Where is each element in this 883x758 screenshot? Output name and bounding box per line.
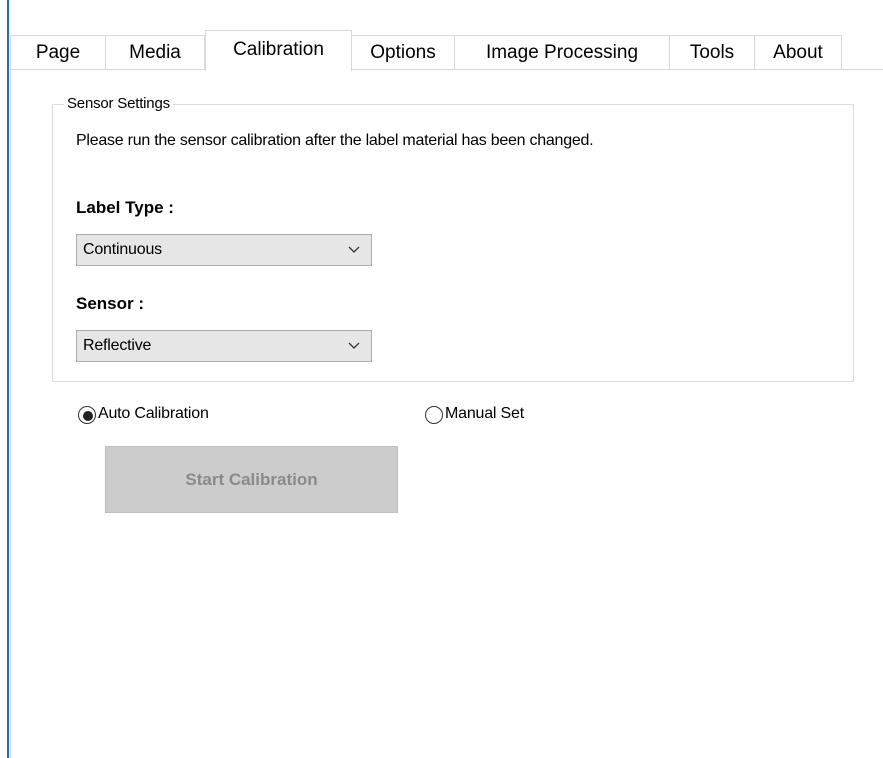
tab-tools[interactable]: Tools — [669, 35, 755, 70]
radio-checked-icon — [78, 406, 96, 424]
tab-media[interactable]: Media — [105, 35, 205, 70]
label-type-label: Label Type : — [76, 198, 174, 217]
sensor-value: Reflective — [83, 337, 152, 354]
chevron-down-icon — [347, 331, 361, 361]
chevron-down-icon — [347, 235, 361, 265]
window-edge — [7, 0, 9, 758]
label-type-select[interactable]: Continuous — [76, 234, 372, 266]
label-type-value: Continuous — [83, 241, 162, 258]
tab-strip: Page Media Calibration Options Image Pro… — [10, 30, 883, 71]
radio-unchecked-icon — [425, 406, 443, 424]
tab-options[interactable]: Options — [351, 35, 455, 70]
manual-set-radio[interactable]: Manual Set — [425, 404, 585, 428]
calibration-hint-text: Please run the sensor calibration after … — [76, 132, 594, 149]
manual-set-label: Manual Set — [445, 405, 524, 422]
auto-calibration-label: Auto Calibration — [98, 405, 209, 422]
tab-image-processing[interactable]: Image Processing — [454, 35, 670, 70]
tab-calibration[interactable]: Calibration — [205, 30, 352, 71]
start-calibration-button[interactable]: Start Calibration — [105, 446, 398, 513]
sensor-settings-title: Sensor Settings — [64, 95, 173, 112]
auto-calibration-radio[interactable]: Auto Calibration — [78, 404, 278, 428]
tab-about[interactable]: About — [754, 35, 842, 70]
driver-preferences-window: Page Media Calibration Options Image Pro… — [0, 0, 883, 758]
sensor-label: Sensor : — [76, 294, 145, 313]
sensor-select[interactable]: Reflective — [76, 330, 372, 362]
tab-page[interactable]: Page — [10, 35, 106, 70]
